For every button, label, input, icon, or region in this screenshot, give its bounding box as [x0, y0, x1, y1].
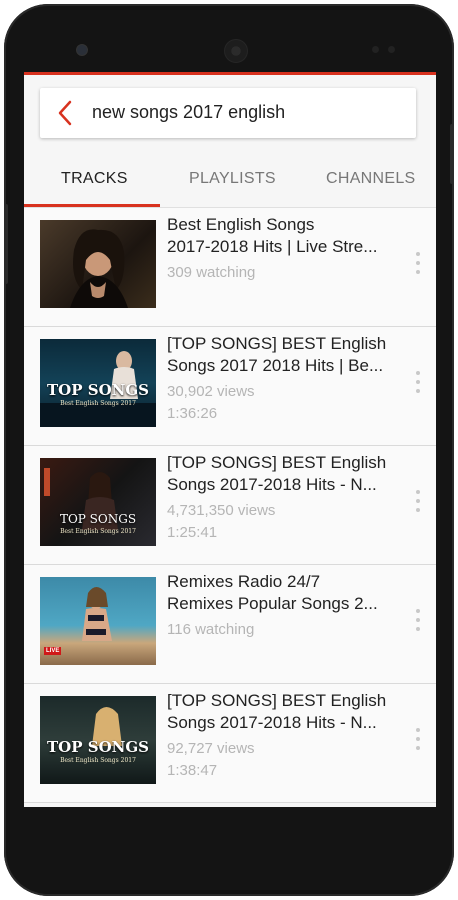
thumbnail-title: TOP SONGS [47, 738, 149, 756]
search-bar[interactable]: new songs 2017 english [40, 88, 416, 138]
video-thumbnail[interactable]: TOP SONGS Best English Songs 2017 [40, 696, 156, 784]
video-thumbnail[interactable]: TOP SONGS Best English Songs 2017 [40, 458, 156, 546]
results-list: Best English Songs 2017-2018 Hits | Live… [24, 208, 436, 803]
watch-count: 309 watching [167, 264, 256, 281]
more-options-icon[interactable] [412, 609, 424, 639]
track-title-line2: 2017-2018 Hits | Live Stre... [167, 237, 378, 256]
video-thumbnail[interactable]: LIVE [40, 577, 156, 665]
tab-tracks[interactable]: TRACKS [61, 170, 128, 188]
list-item[interactable]: LIVE Remixes Radio 24/7 Remixes Popular … [24, 565, 436, 684]
view-count: 92,727 views [167, 740, 255, 757]
back-arrow-icon[interactable] [54, 99, 80, 127]
list-item[interactable]: TOP SONGS Best English Songs 2017 [TOP S… [24, 684, 436, 803]
tab-channels[interactable]: CHANNELS [326, 170, 416, 188]
track-title[interactable]: Best English Songs 2017-2018 Hits | Live… [167, 214, 399, 258]
search-input[interactable]: new songs 2017 english [92, 102, 285, 123]
list-item[interactable]: Best English Songs 2017-2018 Hits | Live… [24, 208, 436, 327]
track-title-line1: Remixes Radio 24/7 [167, 572, 321, 591]
more-options-icon[interactable] [412, 728, 424, 758]
track-title-line2: Songs 2017-2018 Hits - N... [167, 713, 377, 732]
more-options-icon[interactable] [412, 490, 424, 520]
thumbnail-title: TOP SONGS [47, 381, 149, 399]
duration: 1:38:47 [167, 762, 218, 779]
track-title[interactable]: [TOP SONGS] BEST English Songs 2017-2018… [167, 452, 399, 496]
live-badge: LIVE [44, 647, 62, 655]
earpiece-speaker [224, 39, 248, 63]
more-options-icon[interactable] [412, 252, 424, 282]
track-title-line1: Best English Songs [167, 215, 315, 234]
duration: 1:36:26 [167, 405, 218, 422]
proximity-sensor [372, 46, 379, 53]
front-camera [76, 44, 88, 56]
track-title-line1: [TOP SONGS] BEST English [167, 691, 387, 710]
volume-button [4, 204, 8, 284]
track-title[interactable]: [TOP SONGS] BEST English Songs 2017-2018… [167, 690, 399, 734]
power-button [450, 124, 454, 184]
video-thumbnail[interactable] [40, 220, 156, 308]
track-title-line1: [TOP SONGS] BEST English [167, 334, 387, 353]
track-title-line1: [TOP SONGS] BEST English [167, 453, 387, 472]
watch-count: 116 watching [167, 621, 255, 638]
thumbnail-subtitle: Best English Songs 2017 [60, 400, 136, 407]
more-options-icon[interactable] [412, 371, 424, 401]
thumbnail-subtitle: Best English Songs 2017 [60, 528, 136, 535]
tab-playlists[interactable]: PLAYLISTS [189, 170, 276, 188]
accent-bar [24, 72, 436, 75]
track-title-line2: Songs 2017 2018 Hits | Be... [167, 356, 384, 375]
list-item[interactable]: TOP SONGS Best English Songs 2017 [TOP S… [24, 327, 436, 446]
app-screen: new songs 2017 english TRACKS PLAYLISTS … [24, 72, 436, 807]
light-sensor [388, 46, 395, 53]
video-thumbnail[interactable]: TOP SONGS Best English Songs 2017 [40, 339, 156, 427]
view-count: 30,902 views [167, 383, 255, 400]
track-title[interactable]: Remixes Radio 24/7 Remixes Popular Songs… [167, 571, 399, 615]
thumbnail-subtitle: Best English Songs 2017 [60, 757, 136, 764]
tab-bar: TRACKS PLAYLISTS CHANNELS [24, 160, 436, 206]
track-title-line2: Songs 2017-2018 Hits - N... [167, 475, 377, 494]
thumbnail-title: TOP SONGS [59, 512, 137, 526]
track-title[interactable]: [TOP SONGS] BEST English Songs 2017 2018… [167, 333, 399, 377]
list-item[interactable]: TOP SONGS Best English Songs 2017 [TOP S… [24, 446, 436, 565]
duration: 1:25:41 [167, 524, 218, 541]
view-count: 4,731,350 views [167, 502, 276, 519]
track-title-line2: Remixes Popular Songs 2... [167, 594, 378, 613]
